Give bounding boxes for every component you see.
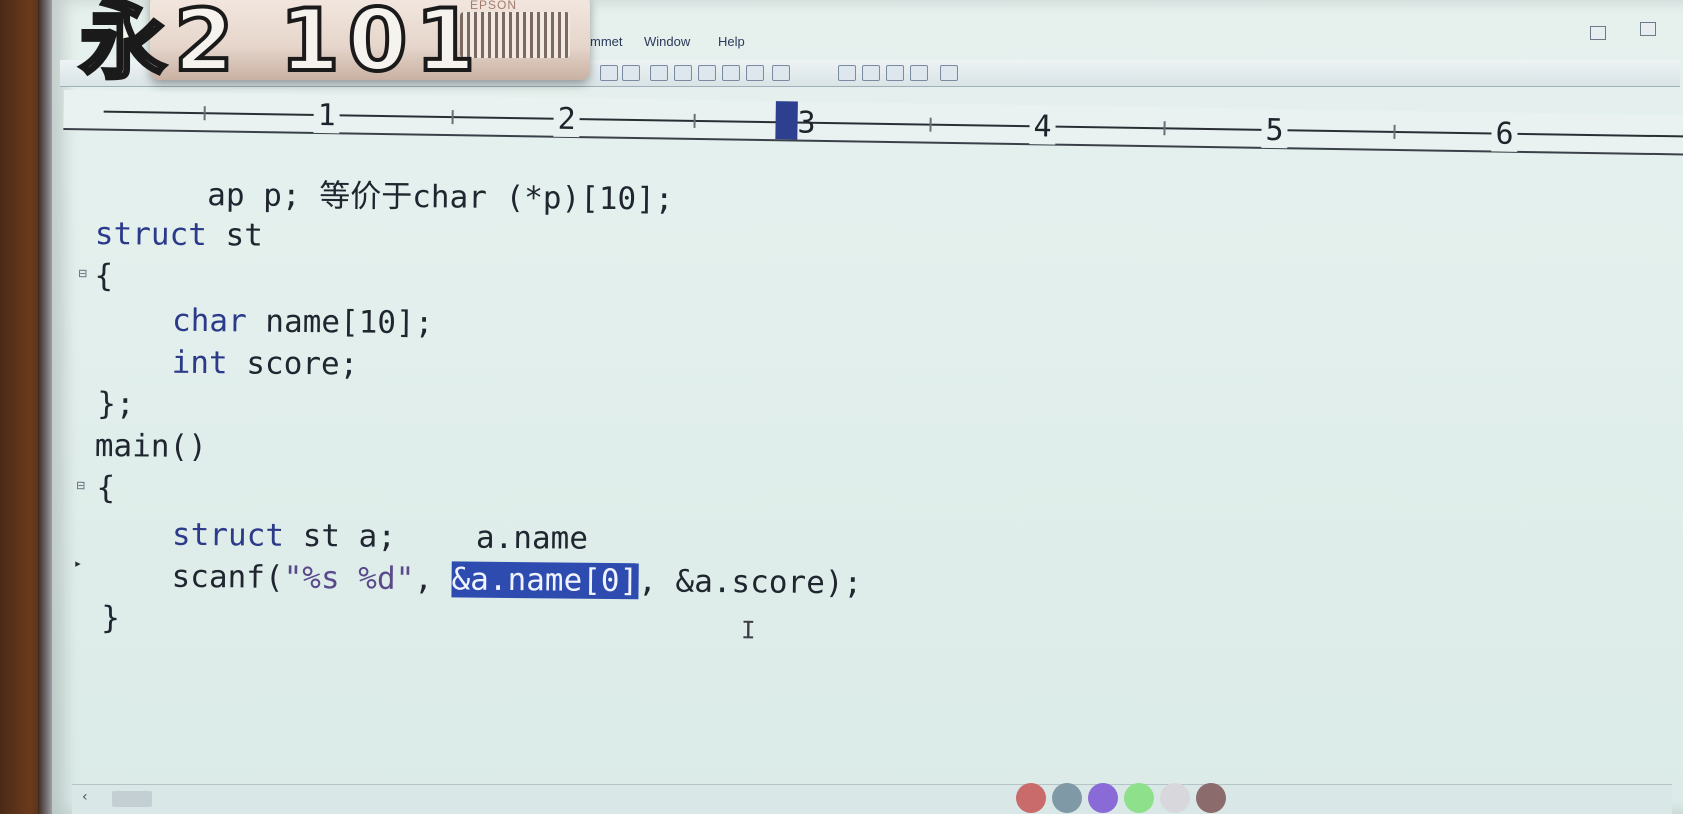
current-line-arrow-icon: ▸ [73, 555, 83, 572]
replace-icon[interactable] [722, 65, 740, 81]
code-line: }; [97, 384, 135, 424]
code-text: } [101, 600, 121, 637]
close-window-button[interactable] [1640, 22, 1656, 36]
undo-icon[interactable] [600, 65, 618, 81]
code-line: { [96, 468, 115, 508]
code-line: { [94, 256, 113, 296]
help-icon[interactable] [940, 65, 958, 81]
list-icon[interactable] [746, 65, 764, 81]
code-text: score; [227, 345, 359, 383]
code-line: int score; [171, 343, 359, 385]
settings-icon[interactable] [772, 65, 790, 81]
handwritten-note: a.name [475, 519, 589, 557]
code-text: ap p; 等价于char (*p)[10]; [207, 177, 674, 218]
code-text: , [414, 561, 452, 598]
status-dot [1016, 783, 1046, 813]
fold-toggle-icon[interactable]: ⊟ [76, 478, 85, 494]
selected-text[interactable]: &a.name[0] [451, 561, 639, 600]
code-editor[interactable]: ap p; 等价于char (*p)[10]; struct st ⊟ { ch… [74, 120, 1656, 785]
video-title-overlay: 永2 101 [78, 0, 484, 93]
code-line: char name[10]; [172, 301, 434, 344]
horizontal-scrollbar[interactable]: ‹ [72, 784, 1672, 814]
text-cursor-icon: I [740, 616, 756, 645]
window-split-icon[interactable] [886, 65, 904, 81]
code-line: main() [95, 426, 207, 467]
menu-item-comment[interactable]: mmet [590, 34, 623, 49]
code-text: name[10]; [246, 303, 434, 342]
fold-toggle-icon[interactable]: ⊟ [78, 266, 87, 282]
menu-item-window[interactable]: Window [644, 34, 690, 49]
code-text: st [206, 217, 264, 254]
scroll-left-icon[interactable]: ‹ [82, 789, 88, 805]
keyword-char: char [171, 302, 247, 340]
code-text: { [94, 257, 114, 295]
restore-window-button[interactable] [1590, 26, 1606, 40]
status-dot [1052, 783, 1082, 813]
status-dot [1160, 783, 1190, 813]
code-text: }; [97, 386, 135, 423]
status-dot [1088, 783, 1118, 813]
code-line: struct st [95, 214, 263, 256]
ruler-tick [203, 106, 206, 121]
window-cascade-icon[interactable] [862, 65, 880, 81]
code-line: } [101, 598, 120, 638]
code-line: ap p; 等价于char (*p)[10]; [95, 134, 674, 217]
window-tile-icon[interactable] [838, 65, 856, 81]
string-literal: "%s %d" [283, 559, 415, 598]
window-list-icon[interactable] [910, 65, 928, 81]
keyword-struct: struct [171, 516, 285, 554]
menu-item-help[interactable]: Help [718, 34, 745, 49]
keyword-int: int [171, 344, 228, 382]
status-dot [1196, 783, 1226, 813]
indent-icon[interactable] [622, 65, 640, 81]
keyword-struct: struct [94, 215, 208, 254]
status-dot [1124, 783, 1154, 813]
code-text: , &a.score); [638, 563, 863, 602]
code-line: struct st a; a.name [172, 515, 588, 559]
code-text: main() [94, 428, 208, 466]
ruler-tick [451, 110, 454, 125]
code-text: st a; [283, 517, 397, 555]
scroll-thumb[interactable] [112, 791, 152, 807]
bookmark-icon[interactable] [674, 65, 692, 81]
find-icon[interactable] [698, 65, 716, 81]
code-text: scanf( [171, 558, 284, 596]
projected-screen-photo: mmet Window Help 1 2 3 4 5 6 ap p; 等价于ch… [0, 0, 1683, 814]
font-icon[interactable] [650, 65, 668, 81]
code-line: scanf("%s %d", &a.name[0], &a.score); [171, 557, 862, 604]
code-text: { [96, 470, 116, 507]
status-dots [1016, 783, 1226, 813]
